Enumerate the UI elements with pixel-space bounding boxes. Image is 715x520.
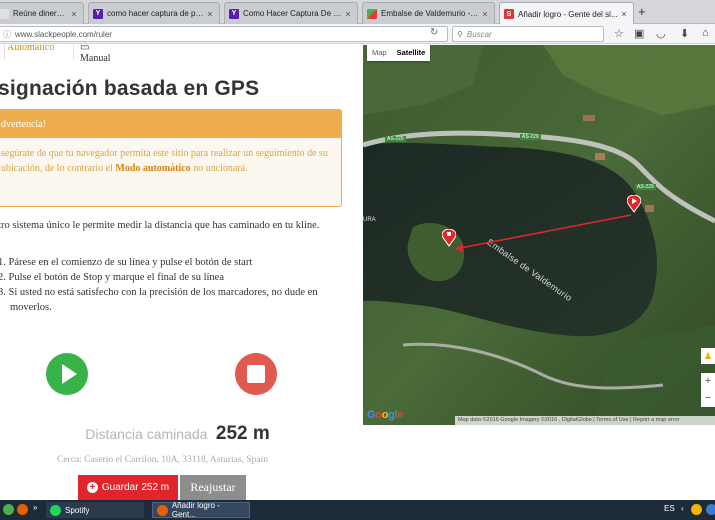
taskbar-item-label: Spotify (65, 505, 90, 515)
tray-app-icon[interactable] (691, 504, 702, 515)
firefox-icon[interactable] (17, 504, 28, 515)
browser-tab-active[interactable]: S Añadir logro - Gente del sl... × (499, 2, 634, 25)
tray-arrow-icon[interactable]: ‹ (681, 504, 684, 513)
browser-tab[interactable]: Embalse de Valdemurio - G... × (362, 2, 495, 24)
taskbar-item-label: Añadir logro - Gent... (171, 501, 220, 519)
taskbar-item-spotify[interactable]: Spotify (46, 502, 144, 518)
play-icon (62, 364, 77, 384)
reset-button[interactable]: Reajustar (180, 475, 246, 500)
save-button-label: Guardar 252 m (101, 482, 170, 493)
zoom-in-button[interactable]: + (701, 373, 715, 390)
steps-list: 1. Párese en el comienzo de su línea y p… (0, 255, 346, 315)
plus-circle-icon: + (86, 482, 98, 493)
blank-favicon-icon (0, 8, 9, 19)
home-icon[interactable]: ⌂ (702, 27, 709, 39)
google-logo: Google (367, 409, 404, 421)
browser-nav-bar: ⓘ www.slackpeople.com/ruler ↻ ⚲ Buscar ☆… (0, 24, 715, 44)
slack-favicon-icon: S (504, 9, 514, 19)
tab-label: Como Hacer Captura De P... (243, 9, 343, 18)
zoom-out-button[interactable]: − (701, 390, 715, 407)
place-label: URA (363, 217, 376, 223)
step-item: 3. Si usted no está satisfecho con la pr… (0, 287, 318, 313)
taskbar-item-browser[interactable]: Añadir logro - Gent... (152, 501, 250, 519)
pegman-icon[interactable]: ♟ (701, 348, 715, 364)
star-icon[interactable]: ☆ (614, 27, 624, 40)
browser-tab-strip: Reúne dinero par... × Y como hacer captu… (0, 0, 715, 25)
warning-mode-link: Modo automático (115, 163, 191, 174)
reading-list-icon[interactable]: ▣ (634, 27, 644, 40)
tab-manual[interactable]: ▭ Manual (80, 45, 111, 64)
tab-close-icon[interactable]: × (205, 9, 215, 19)
info-icon[interactable]: ⓘ (3, 29, 11, 40)
start-orb-icon[interactable] (3, 504, 14, 515)
tab-close-icon[interactable]: × (69, 9, 79, 19)
satellite-map[interactable]: AS-229 AS-229 AS-229 URA Embalse de Vald… (363, 45, 715, 425)
map-type-control: Map Satellite (367, 45, 431, 61)
monitor-icon: ▭ (80, 45, 90, 53)
search-icon: ⚲ (457, 29, 463, 39)
firefox-icon (157, 504, 168, 516)
pocket-icon[interactable]: ◡ (656, 27, 666, 40)
warning-text-after: no uncionará. (190, 163, 248, 174)
os-taskbar: » Spotify Añadir logro - Gent... ES ‹ (0, 500, 715, 520)
map-type-map[interactable]: Map (367, 45, 392, 61)
road-shield: AS-229 (635, 184, 656, 190)
road-shield: AS-229 (520, 134, 541, 140)
tab-label: Reúne dinero par... (13, 9, 69, 18)
tab-automatic[interactable]: Automático (4, 45, 74, 59)
step-item: 2. Pulse el botón de Stop y marque el fi… (0, 272, 224, 283)
page-title: signación basada en GPS (0, 77, 260, 100)
language-indicator[interactable]: ES (664, 504, 675, 513)
start-button[interactable] (46, 353, 88, 395)
spotify-icon (50, 504, 61, 516)
step-item: 1. Párese en el comienzo de su línea y p… (0, 257, 253, 268)
overflow-icon[interactable]: » (33, 503, 37, 512)
zoom-control: + − (701, 373, 715, 407)
end-marker[interactable] (627, 195, 641, 213)
distance-readout: Distancia caminada 252 m (0, 423, 355, 445)
intro-text: stro sistema único le permite medir la d… (0, 220, 320, 231)
map-imagery (363, 45, 715, 425)
map-type-satellite[interactable]: Satellite (392, 45, 431, 61)
save-button[interactable]: + Guardar 252 m (78, 475, 178, 500)
warning-text: segúrate de que tu navegador permita est… (0, 138, 341, 176)
distance-label: Distancia caminada (85, 426, 208, 442)
stop-icon (247, 365, 265, 383)
download-icon[interactable]: ⬇ (680, 27, 689, 40)
reload-icon[interactable]: ↻ (430, 27, 438, 38)
page-content: Automático ▭ Manual signación basada en … (0, 45, 715, 500)
yahoo-favicon-icon: Y (229, 8, 239, 19)
stop-button[interactable] (235, 353, 277, 395)
tab-close-icon[interactable]: × (480, 9, 490, 19)
map-attribution: Map data ©2016 Google Imagery ©2016 , Di… (455, 416, 715, 425)
browser-tab[interactable]: Reúne dinero par... × (0, 2, 84, 24)
address-bar[interactable]: ⓘ www.slackpeople.com/ruler (0, 26, 448, 42)
nearby-address: Cerca: Caserio el Carrilon, 10A, 33118, … (57, 455, 268, 465)
tray-app-icon[interactable] (706, 504, 715, 515)
maps-favicon-icon (367, 8, 377, 19)
new-tab-button[interactable]: + (638, 4, 646, 19)
tab-manual-label: Manual (80, 53, 111, 64)
warning-heading: dvertencia! (0, 110, 341, 138)
tab-label: Añadir logro - Gente del sl... (518, 9, 618, 19)
building (583, 115, 595, 121)
search-placeholder: Buscar (466, 29, 492, 39)
tab-label: como hacer captura de pa... (107, 9, 205, 18)
tab-close-icon[interactable]: × (619, 9, 629, 19)
distance-value: 252 m (215, 423, 270, 444)
start-marker[interactable] (442, 229, 456, 247)
search-input[interactable]: ⚲ Buscar (452, 26, 604, 42)
tab-close-icon[interactable]: × (343, 9, 353, 19)
warning-panel: dvertencia! segúrate de que tu navegador… (0, 109, 342, 207)
tab-label: Embalse de Valdemurio - G... (381, 9, 480, 18)
browser-tab[interactable]: Y como hacer captura de pa... × (88, 2, 220, 24)
building (595, 153, 605, 160)
road-shield: AS-229 (385, 136, 406, 142)
browser-tab[interactable]: Y Como Hacer Captura De P... × (224, 2, 358, 24)
building (645, 205, 654, 212)
yahoo-favicon-icon: Y (93, 8, 103, 19)
url-text: www.slackpeople.com/ruler (15, 29, 112, 39)
